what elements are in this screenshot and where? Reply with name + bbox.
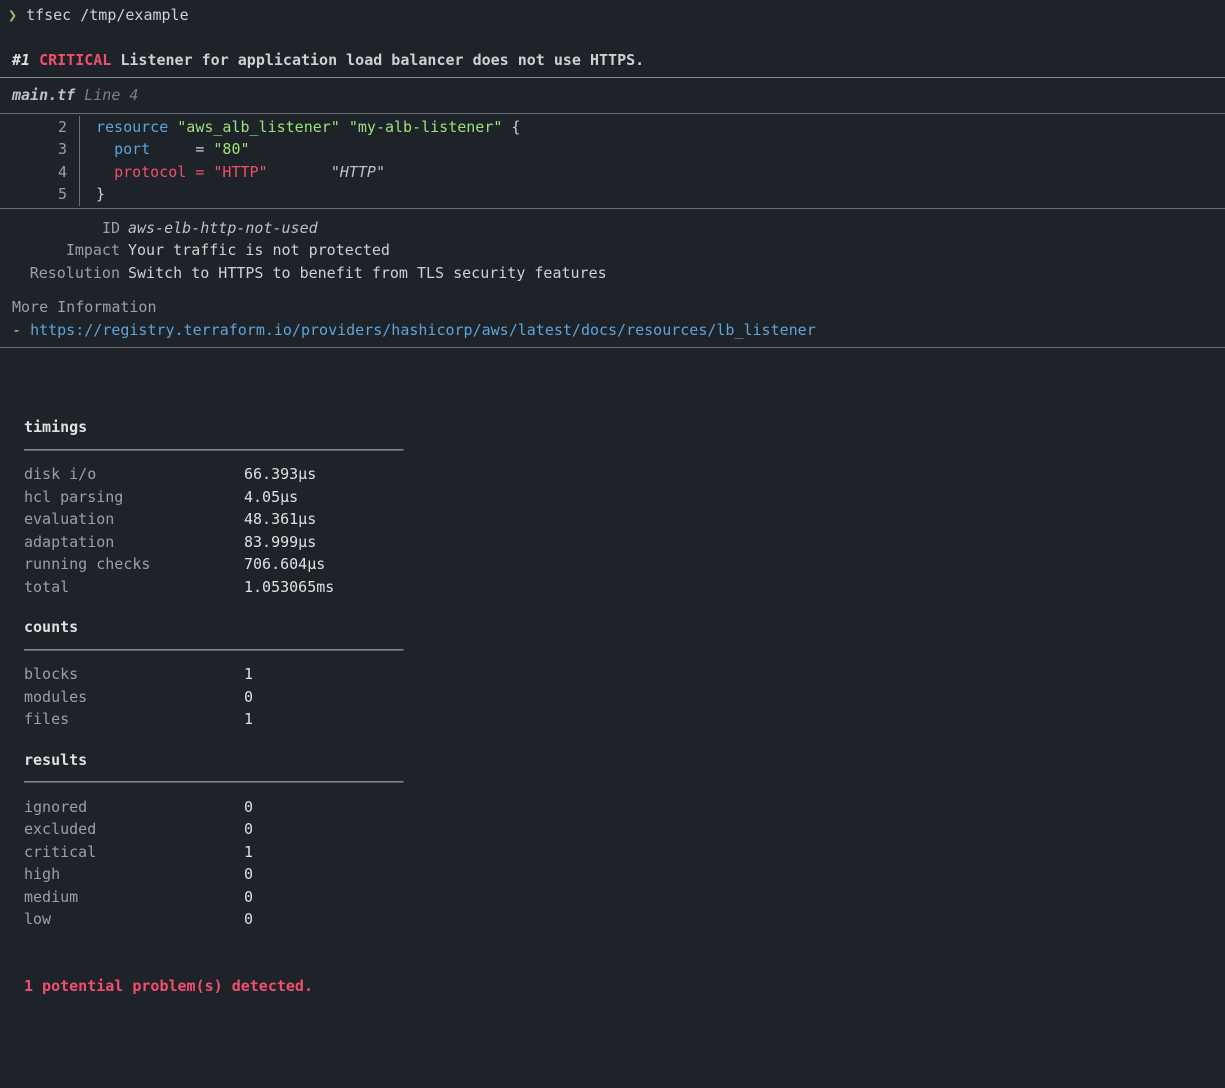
stat-label: low <box>24 908 244 931</box>
meta-id-label: ID <box>12 217 128 240</box>
file-line-number: Line 4 <box>84 86 138 104</box>
stat-label: hcl parsing <box>24 486 244 509</box>
stat-label: evaluation <box>24 508 244 531</box>
file-location: main.tf Line 4 <box>0 80 1225 111</box>
stat-value: 0 <box>244 863 253 886</box>
section-underline: ────────────────────────────────────────… <box>24 439 1201 462</box>
prompt-arrow-icon: ❯ <box>8 6 17 24</box>
stat-row: modules0 <box>24 686 1201 709</box>
results-rows: ignored0excluded0critical1high0medium0lo… <box>24 796 1201 931</box>
code-body: resource "aws_alb_listener" "my-alb-list… <box>80 116 520 206</box>
divider <box>0 77 1225 78</box>
stat-value: 4.05µs <box>244 486 298 509</box>
stat-label: modules <box>24 686 244 709</box>
divider <box>0 208 1225 209</box>
stat-label: adaptation <box>24 531 244 554</box>
stat-value: 0 <box>244 686 253 709</box>
stat-value: 1 <box>244 841 253 864</box>
stat-label: high <box>24 863 244 886</box>
meta-resolution-value: Switch to HTTPS to benefit from TLS secu… <box>128 262 607 285</box>
stat-value: 1 <box>244 708 253 731</box>
stat-value: 83.999µs <box>244 531 316 554</box>
detected-count: 1 potential problem(s) detected. <box>24 975 1201 998</box>
severity-badge: CRITICAL <box>39 51 111 69</box>
file-name: main.tf <box>12 86 75 104</box>
issue-number: #1 <box>12 51 30 69</box>
stat-row: files1 <box>24 708 1201 731</box>
stat-label: disk i/o <box>24 463 244 486</box>
stat-row: ignored0 <box>24 796 1201 819</box>
section-underline: ────────────────────────────────────────… <box>24 771 1201 794</box>
more-info-title: More Information <box>12 296 1213 319</box>
stat-row: medium0 <box>24 886 1201 909</box>
stat-value: 0 <box>244 908 253 931</box>
line-gutter: 2 3 4 5 <box>0 116 80 206</box>
meta-resolution-label: Resolution <box>12 262 128 285</box>
stat-label: excluded <box>24 818 244 841</box>
stat-row: adaptation83.999µs <box>24 531 1201 554</box>
section-underline: ────────────────────────────────────────… <box>24 639 1201 662</box>
stat-value: 66.393µs <box>244 463 316 486</box>
meta-id-value: aws-elb-http-not-used <box>128 217 318 240</box>
issue-meta: ID aws-elb-http-not-used Impact Your tra… <box>0 211 1225 289</box>
stat-value: 1.053065ms <box>244 576 334 599</box>
meta-impact-label: Impact <box>12 239 128 262</box>
stat-row: running checks706.604µs <box>24 553 1201 576</box>
stat-row: blocks1 <box>24 663 1201 686</box>
stat-label: files <box>24 708 244 731</box>
timings-rows: disk i/o66.393µshcl parsing4.05µsevaluat… <box>24 463 1201 598</box>
meta-impact-value: Your traffic is not protected <box>128 239 390 262</box>
stat-label: running checks <box>24 553 244 576</box>
stat-row: evaluation48.361µs <box>24 508 1201 531</box>
stat-row: high0 <box>24 863 1201 886</box>
stat-value: 0 <box>244 796 253 819</box>
stat-row: critical1 <box>24 841 1201 864</box>
command-text: tfsec /tmp/example <box>26 6 189 24</box>
more-info-link[interactable]: https://registry.terraform.io/providers/… <box>30 321 816 339</box>
stat-label: medium <box>24 886 244 909</box>
more-info: More Information - https://registry.terr… <box>0 288 1225 345</box>
timings-title: timings <box>24 416 1201 439</box>
stat-value: 0 <box>244 886 253 909</box>
results-title: results <box>24 749 1201 772</box>
stat-value: 1 <box>244 663 253 686</box>
summary: timings ────────────────────────────────… <box>0 350 1225 1009</box>
divider <box>0 113 1225 114</box>
issue-title: Listener for application load balancer d… <box>120 51 644 69</box>
more-info-dash: - <box>12 321 30 339</box>
stat-label: critical <box>24 841 244 864</box>
code-snippet: 2 3 4 5 resource "aws_alb_listener" "my-… <box>0 116 1225 206</box>
counts-rows: blocks1modules0files1 <box>24 663 1201 731</box>
stat-label: total <box>24 576 244 599</box>
stat-value: 706.604µs <box>244 553 325 576</box>
stat-row: disk i/o66.393µs <box>24 463 1201 486</box>
issue-header: #1 CRITICAL Listener for application loa… <box>0 49 1225 76</box>
stat-label: blocks <box>24 663 244 686</box>
stat-row: hcl parsing4.05µs <box>24 486 1201 509</box>
command-prompt: ❯ tfsec /tmp/example <box>0 4 1225 31</box>
stat-label: ignored <box>24 796 244 819</box>
stat-value: 0 <box>244 818 253 841</box>
stat-value: 48.361µs <box>244 508 316 531</box>
counts-title: counts <box>24 616 1201 639</box>
stat-row: total1.053065ms <box>24 576 1201 599</box>
divider <box>0 347 1225 348</box>
stat-row: low0 <box>24 908 1201 931</box>
stat-row: excluded0 <box>24 818 1201 841</box>
